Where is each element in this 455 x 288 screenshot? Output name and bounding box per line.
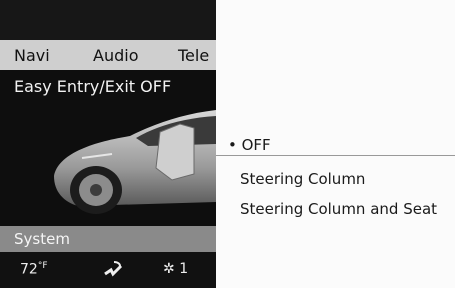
main-menu-bar: Navi Audio Tele	[0, 40, 216, 70]
seat-heat-control[interactable]: ✲ 1	[163, 261, 188, 277]
status-label: System	[14, 230, 70, 248]
temperature-unit: °F	[37, 261, 48, 271]
temperature-display[interactable]: 72°F	[20, 261, 48, 278]
menu-item-tele[interactable]: Tele	[178, 46, 209, 65]
display-screen: Navi Audio Tele Easy Entry/Exit OFF Syst…	[0, 0, 216, 288]
option-off[interactable]: • OFF	[228, 136, 271, 154]
menu-item-audio[interactable]: Audio	[93, 46, 138, 65]
option-steering-column[interactable]: Steering Column	[240, 170, 365, 188]
screen-top-area	[0, 0, 216, 40]
seat-heat-level: 1	[179, 261, 189, 277]
airflow-icon[interactable]	[102, 260, 124, 278]
screen-title: Easy Entry/Exit OFF	[14, 77, 172, 96]
temperature-value: 72	[20, 261, 38, 278]
selection-divider	[216, 155, 455, 156]
option-steering-column-and-seat[interactable]: Steering Column and Seat	[240, 200, 437, 218]
climate-bar: 72°F ✲ 1	[0, 252, 216, 288]
status-bar: System	[0, 226, 216, 252]
menu-item-navi[interactable]: Navi	[14, 46, 50, 65]
seat-heat-icon: ✲	[163, 261, 175, 277]
car-illustration	[54, 110, 216, 214]
